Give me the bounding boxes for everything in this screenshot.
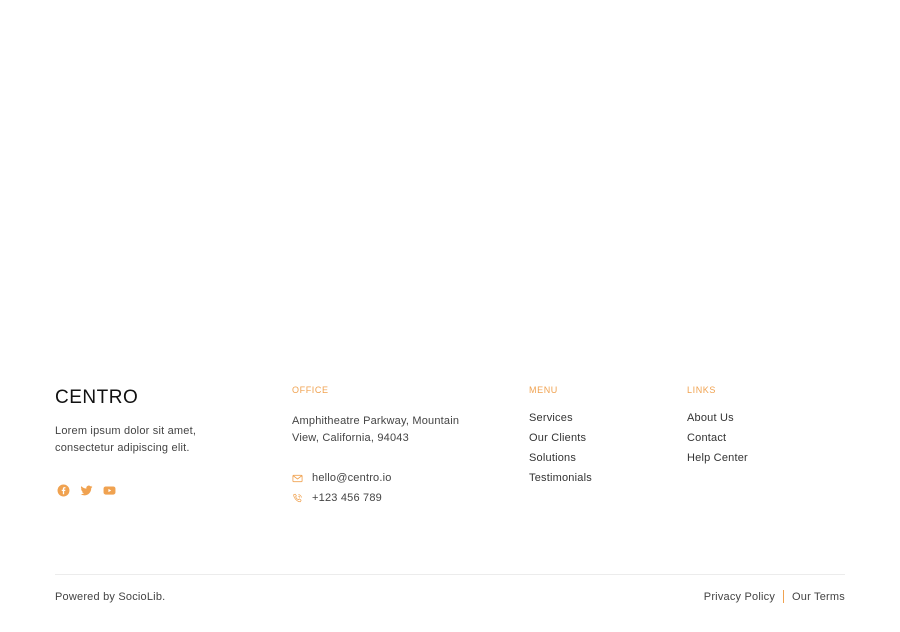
- links-link-help-center[interactable]: Help Center: [687, 453, 748, 473]
- menu-title: MENU: [529, 385, 558, 395]
- powered-by-text: Powered by SocioLib.: [55, 591, 166, 603]
- links-link-contact[interactable]: Contact: [687, 433, 748, 453]
- menu-link-testimonials[interactable]: Testimonials: [529, 473, 592, 493]
- menu-link-our-clients[interactable]: Our Clients: [529, 433, 592, 453]
- links-column: LINKS About Us Contact Help Center: [687, 385, 748, 473]
- office-title: OFFICE: [292, 385, 329, 395]
- menu-column: MENU Services Our Clients Solutions Test…: [529, 385, 592, 493]
- menu-link-solutions[interactable]: Solutions: [529, 453, 592, 473]
- footer-divider: [55, 574, 845, 575]
- contact-email[interactable]: hello@centro.io: [292, 472, 392, 484]
- office-address: Amphitheatre Parkway, Mountain View, Cal…: [292, 415, 460, 444]
- links-link-about-us[interactable]: About Us: [687, 413, 748, 433]
- legal-links: Privacy Policy Our Terms: [704, 590, 845, 603]
- phone-icon: [292, 493, 303, 504]
- office-column: OFFICE Amphitheatre Parkway, Mountain Vi…: [292, 385, 472, 447]
- privacy-policy-link[interactable]: Privacy Policy: [704, 591, 775, 603]
- twitter-icon[interactable]: [80, 484, 93, 497]
- menu-list: Services Our Clients Solutions Testimoni…: [529, 413, 592, 493]
- contact-phone[interactable]: +123 456 789: [292, 492, 382, 504]
- links-list: About Us Contact Help Center: [687, 413, 748, 473]
- menu-link-services[interactable]: Services: [529, 413, 592, 433]
- facebook-icon[interactable]: [57, 484, 70, 497]
- site-footer: CENTRO Lorem ipsum dolor sit amet, conse…: [0, 0, 900, 632]
- brand-description: Lorem ipsum dolor sit amet, consectetur …: [55, 425, 197, 454]
- youtube-icon[interactable]: [103, 484, 116, 497]
- social-links: [57, 484, 116, 497]
- links-title: LINKS: [687, 385, 717, 395]
- brand-logo[interactable]: CENTRO: [55, 387, 138, 409]
- contact-email-text[interactable]: hello@centro.io: [312, 472, 392, 484]
- contact-phone-text[interactable]: +123 456 789: [312, 492, 382, 504]
- envelope-icon: [292, 473, 303, 484]
- legal-separator: [783, 590, 785, 603]
- our-terms-link[interactable]: Our Terms: [792, 591, 845, 603]
